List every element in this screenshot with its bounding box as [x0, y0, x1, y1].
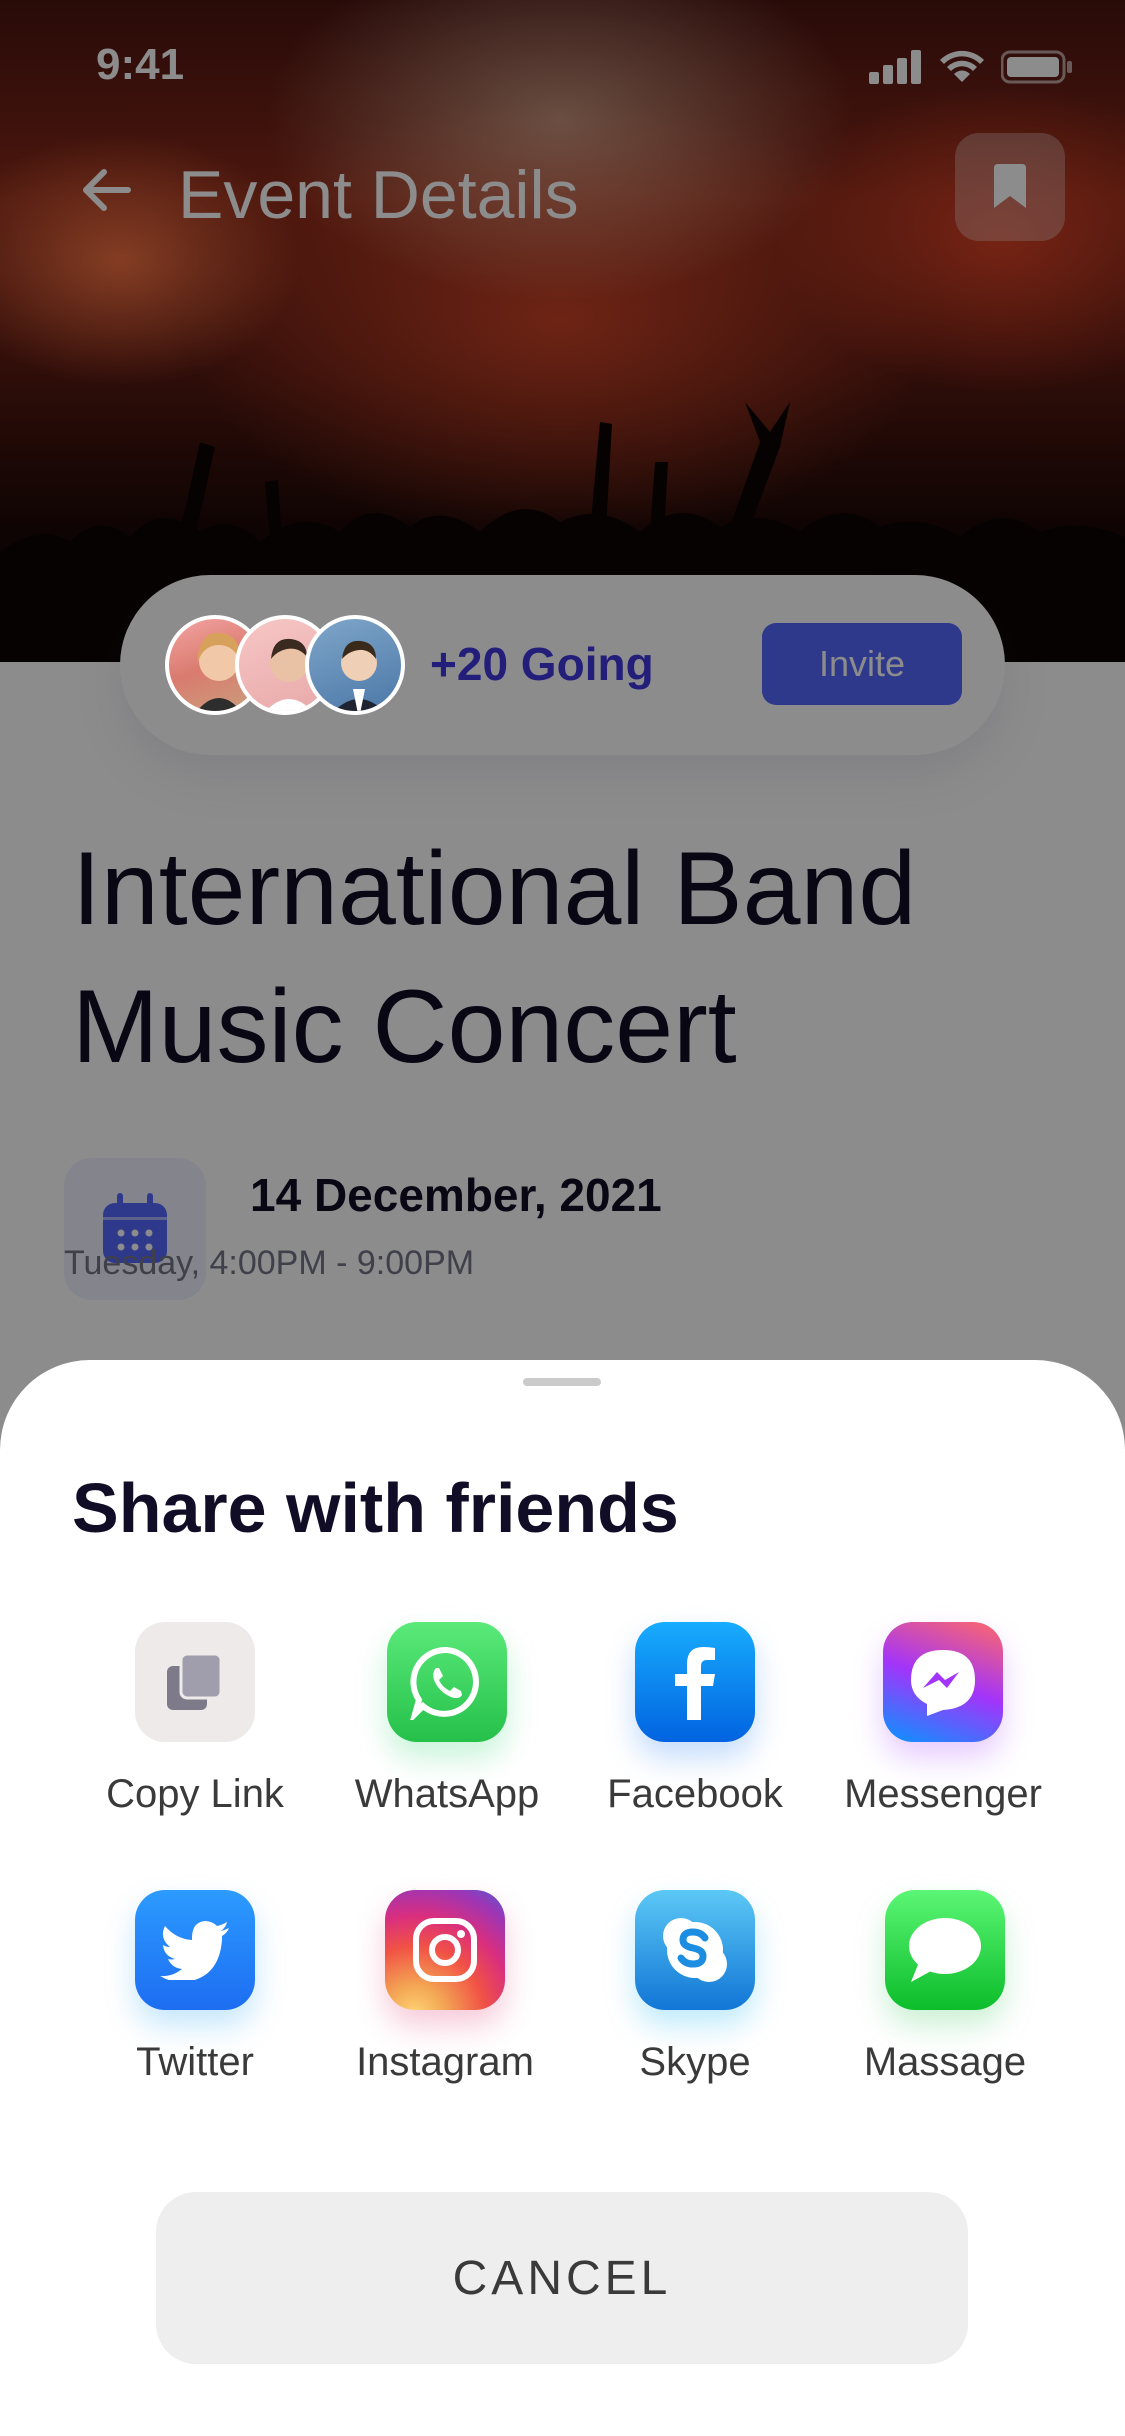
- share-label: Twitter: [136, 2040, 254, 2084]
- sheet-drag-handle[interactable]: [523, 1378, 601, 1386]
- messenger-icon: [883, 1622, 1003, 1742]
- share-label: WhatsApp: [354, 1772, 540, 1816]
- share-label: Facebook: [607, 1772, 783, 1816]
- share-whatsapp[interactable]: WhatsApp: [322, 1622, 572, 1817]
- share-label: Messenger: [844, 1772, 1042, 1816]
- twitter-icon: [135, 1890, 255, 2010]
- share-message[interactable]: Massage: [820, 1890, 1070, 2085]
- share-facebook[interactable]: Facebook: [570, 1622, 820, 1817]
- attendee-avatars: [165, 615, 405, 715]
- share-label: Copy Link: [106, 1772, 284, 1816]
- message-icon: [885, 1890, 1005, 2010]
- share-copy-link[interactable]: Copy Link: [70, 1622, 320, 1817]
- whatsapp-icon: [387, 1622, 507, 1742]
- cancel-button[interactable]: CANCEL: [156, 2192, 968, 2364]
- share-label: Massage: [863, 2040, 1027, 2084]
- copy-link-icon: [135, 1622, 255, 1742]
- share-sheet-title: Share with friends: [72, 1469, 679, 1547]
- skype-icon: [635, 1890, 755, 2010]
- avatar: [305, 615, 405, 715]
- share-instagram[interactable]: Instagram: [320, 1890, 570, 2085]
- share-sheet: Share with friends Copy Link WhatsApp Fa…: [0, 1360, 1125, 2436]
- share-label: Instagram: [356, 2040, 534, 2084]
- share-label: Skype: [639, 2040, 751, 2084]
- facebook-icon: [635, 1622, 755, 1742]
- share-messenger[interactable]: Messenger: [818, 1622, 1068, 1817]
- share-skype[interactable]: Skype: [570, 1890, 820, 2085]
- instagram-icon: [385, 1890, 505, 2010]
- share-twitter[interactable]: Twitter: [70, 1890, 320, 2085]
